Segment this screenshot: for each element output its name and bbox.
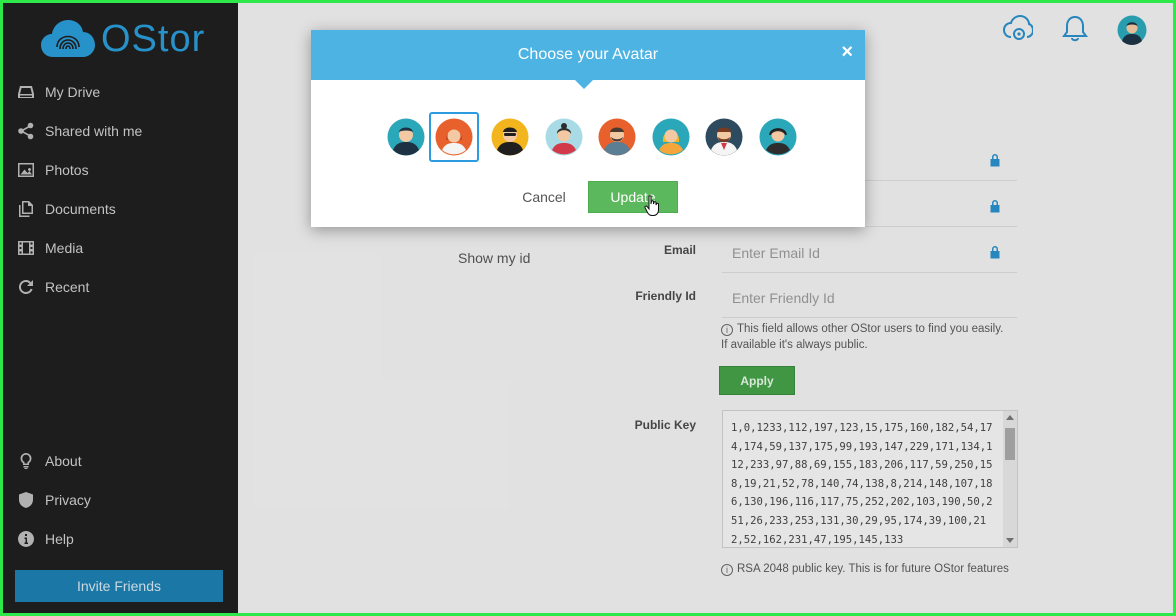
- hand-cursor-icon: [644, 195, 660, 222]
- close-icon[interactable]: ×: [841, 42, 853, 62]
- avatar-option-6[interactable]: [646, 112, 696, 162]
- modal-title: Choose your Avatar: [517, 46, 659, 63]
- cancel-button[interactable]: Cancel: [513, 181, 575, 213]
- avatar-modal: Choose your Avatar × Cancel Update: [311, 30, 865, 227]
- modal-header: Choose your Avatar ×: [311, 30, 865, 89]
- avatar-option-1[interactable]: [381, 112, 431, 162]
- avatar-option-7[interactable]: [699, 112, 749, 162]
- avatar-option-8[interactable]: [753, 112, 803, 162]
- app-frame: OStor My Drive Shared with me Photos Doc…: [3, 3, 1173, 613]
- avatar-option-4[interactable]: [539, 112, 589, 162]
- avatar-option-2-selected[interactable]: [429, 112, 479, 162]
- avatar-option-5[interactable]: [592, 112, 642, 162]
- update-button[interactable]: Update: [588, 181, 678, 213]
- avatar-option-3[interactable]: [485, 112, 535, 162]
- modal-actions: Cancel Update: [311, 181, 865, 213]
